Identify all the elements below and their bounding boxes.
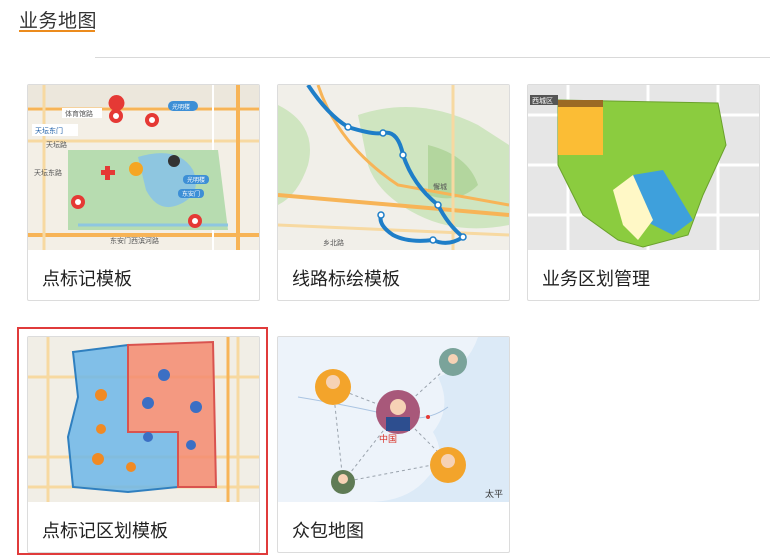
route-plot-map-thumbnail: 懈城 乡北路 xyxy=(278,85,509,250)
template-card-label: 点标记区划模板 xyxy=(42,521,168,542)
template-card-route-plot[interactable]: 懈城 乡北路 线路标绘模板 xyxy=(277,84,510,301)
template-card-point-zoning[interactable]: 点标记区划模板 xyxy=(27,336,260,553)
map-label: 天坛路 xyxy=(46,140,67,149)
map-label: 中国 xyxy=(379,433,397,445)
map-label: 太平 xyxy=(485,488,503,500)
template-card-label: 业务区划管理 xyxy=(542,269,650,290)
template-card-crowdsource-map[interactable]: 中国 太平 众包地图 xyxy=(277,336,510,553)
section-divider xyxy=(95,57,770,58)
map-label: 光明楼 xyxy=(172,103,190,111)
map-label: 体育馆路 xyxy=(65,109,93,118)
template-card-point-marker[interactable]: 天坛东门 体育馆路 光明楼 天坛路 天坛东路 光明楼 东安门 东安门西滨河路 点… xyxy=(27,84,260,301)
point-marker-map-thumbnail: 天坛东门 体育馆路 光明楼 天坛路 天坛东路 光明楼 东安门 东安门西滨河路 xyxy=(28,85,259,250)
business-map-page: 业务地图 天坛东门 体育馆路 光明楼 天坛路 天坛东路 光明楼 东安门 东安门西… xyxy=(0,0,784,557)
template-card-label: 众包地图 xyxy=(292,521,364,542)
point-zoning-map-thumbnail xyxy=(28,337,259,502)
map-label: 东安门西滨河路 xyxy=(110,236,159,245)
template-card-label: 线路标绘模板 xyxy=(292,269,400,290)
map-label: 光明楼 xyxy=(187,176,205,184)
crowdsource-map-thumbnail: 中国 太平 xyxy=(278,337,509,502)
map-label: 天坛东门 xyxy=(35,126,63,135)
business-zoning-map-thumbnail: 西城区 xyxy=(528,85,759,250)
map-label: 天坛东路 xyxy=(34,168,62,177)
template-card-label: 点标记模板 xyxy=(42,269,132,290)
map-label: 西城区 xyxy=(532,97,553,105)
map-label: 乡北路 xyxy=(323,238,344,247)
title-underline xyxy=(19,30,95,32)
section-title: 业务地图 xyxy=(19,10,98,32)
map-label: 懈城 xyxy=(433,182,447,191)
template-card-business-zoning[interactable]: 西城区 业务区划管理 xyxy=(527,84,760,301)
map-label: 东安门 xyxy=(182,190,200,198)
